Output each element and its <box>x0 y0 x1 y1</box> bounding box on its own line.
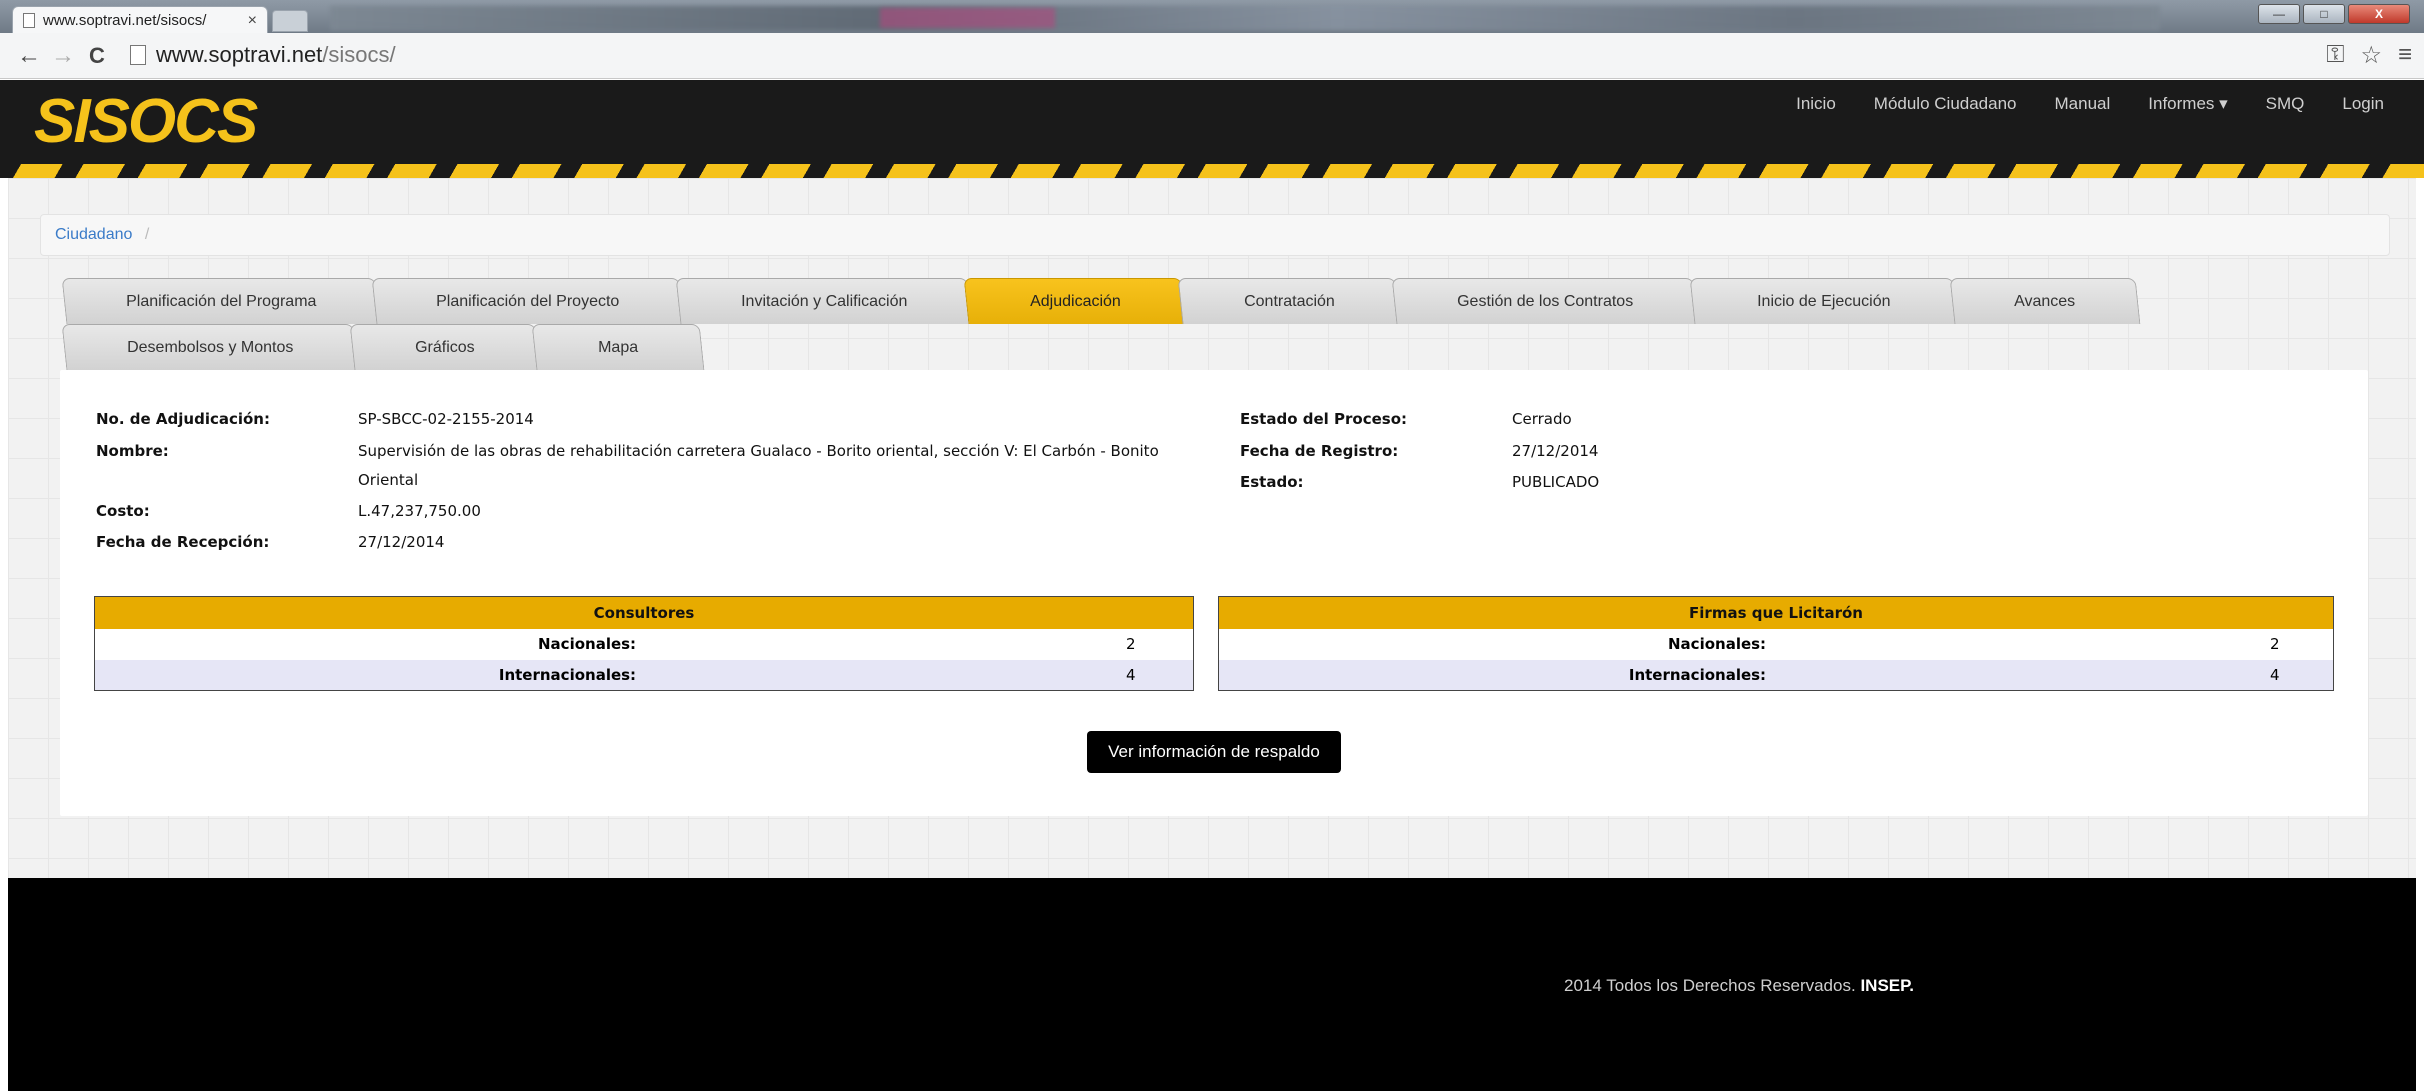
table-row: Nacionales: 2 <box>1218 628 2334 660</box>
firmas-table: Firmas que Licitarón Nacionales: 2 Inter… <box>1218 596 2334 691</box>
page-icon <box>23 13 35 28</box>
tab-label: Invitación y Calificación <box>740 292 908 310</box>
firmas-nacionales-label: Nacionales: <box>1218 628 1767 660</box>
consultores-nacionales-value: 2 <box>636 628 1136 660</box>
firmas-internacionales-label: Internacionales: <box>1218 659 1767 691</box>
tab-close-icon[interactable]: × <box>248 12 257 30</box>
top-nav: Inicio Módulo Ciudadano Manual Informes … <box>1796 94 2384 114</box>
table-row: Internacionales: 4 <box>94 659 1194 691</box>
tab-avances[interactable]: Avances <box>1949 278 2141 324</box>
consultores-internacionales-value: 4 <box>636 659 1136 691</box>
menu-icon[interactable]: ≡ <box>2398 41 2412 70</box>
tab-label: Planificación del Proyecto <box>436 292 620 310</box>
tab-contratacion[interactable]: Contratación <box>1177 278 1401 324</box>
estado-proceso-label: Estado del Proceso: <box>1240 410 1407 428</box>
consultores-nacionales-label: Nacionales: <box>94 628 637 660</box>
blurred-taskbar-area <box>330 6 2160 30</box>
tab-invitacion-calificacion[interactable]: Invitación y Calificación <box>675 278 973 324</box>
estado-value: PUBLICADO <box>1512 473 1600 491</box>
recepcion-label: Fecha de Recepción: <box>96 533 270 551</box>
nav-manual[interactable]: Manual <box>2055 94 2111 114</box>
forward-icon[interactable]: → <box>46 42 80 70</box>
back-icon[interactable]: ← <box>12 42 46 70</box>
adjudicacion-label: No. de Adjudicación: <box>96 410 270 428</box>
tab-label: Gráficos <box>415 338 475 356</box>
nombre-value-line1: Supervisión de las obras de rehabilitaci… <box>358 442 1159 460</box>
site-footer: 2014 Todos los Derechos Reservados. INSE… <box>8 878 2416 1091</box>
tab-label: Adjudicación <box>1029 292 1121 310</box>
nav-login[interactable]: Login <box>2342 94 2384 114</box>
tab-label: Planificación del Programa <box>125 292 317 310</box>
nav-inicio[interactable]: Inicio <box>1796 94 1836 114</box>
tabs-row-2: Desembolsos y Montos Gráficos Mapa <box>61 324 705 370</box>
site-logo[interactable]: SISOCS <box>34 86 258 157</box>
new-tab-button[interactable] <box>272 10 308 32</box>
registro-label: Fecha de Registro: <box>1240 442 1399 460</box>
browser-toolbar: ← → C www.soptravi.net/sisocs/ ⚿ ☆ ≡ <box>0 33 2424 79</box>
tab-inicio-ejecucion[interactable]: Inicio de Ejecución <box>1689 278 1959 324</box>
consultores-header: Consultores <box>94 596 1194 629</box>
breadcrumb-separator: / <box>144 226 150 243</box>
star-icon[interactable]: ☆ <box>2360 41 2382 70</box>
tab-mapa[interactable]: Mapa <box>531 324 705 370</box>
estado-label: Estado: <box>1240 473 1304 491</box>
footer-copyright: 2014 Todos los Derechos Reservados. INSE… <box>1564 976 1914 996</box>
breadcrumb-ciudadano[interactable]: Ciudadano <box>55 226 132 243</box>
tab-adjudicacion[interactable]: Adjudicación <box>963 278 1187 324</box>
nav-modulo-ciudadano[interactable]: Módulo Ciudadano <box>1874 94 2017 114</box>
tab-graficos[interactable]: Gráficos <box>349 324 541 370</box>
address-url: www.soptravi.net/sisocs/ <box>156 42 396 68</box>
tab-label: Avances <box>2014 292 2076 310</box>
costo-value: L.47,237,750.00 <box>358 502 481 520</box>
tab-planificacion-programa[interactable]: Planificación del Programa <box>61 278 381 324</box>
maximize-button[interactable]: □ <box>2303 4 2345 24</box>
hazard-stripe <box>0 164 2424 178</box>
close-window-button[interactable]: X <box>2348 4 2410 24</box>
window-controls: — □ X <box>2258 4 2410 24</box>
toolbar-right: ⚿ ☆ ≡ <box>2326 41 2412 70</box>
browser-tabstrip: www.soptravi.net/sisocs/ × — □ X <box>0 0 2424 34</box>
url-host: www.soptravi.net <box>156 42 323 67</box>
nombre-label: Nombre: <box>96 442 169 460</box>
tab-planificacion-proyecto[interactable]: Planificación del Proyecto <box>371 278 685 324</box>
tab-label: Contratación <box>1243 292 1335 310</box>
firmas-header: Firmas que Licitarón <box>1218 596 2334 629</box>
firmas-nacionales-value: 2 <box>1766 628 2280 660</box>
browser-tab[interactable]: www.soptravi.net/sisocs/ × <box>12 6 268 34</box>
page: www.soptravi.net/sisocs/ × — □ X ← → C w… <box>0 0 2424 1091</box>
tab-gestion-contratos[interactable]: Gestión de los Contratos <box>1391 278 1699 324</box>
page-icon <box>130 45 146 65</box>
table-row: Internacionales: 4 <box>1218 659 2334 691</box>
blurred-taskbar-item <box>880 8 1055 28</box>
key-icon[interactable]: ⚿ <box>2326 41 2344 70</box>
footer-brand[interactable]: INSEP. <box>1860 976 1914 995</box>
tab-label: Desembolsos y Montos <box>126 338 294 356</box>
tab-label: Gestión de los Contratos <box>1457 292 1634 310</box>
tab-desembolsos-montos[interactable]: Desembolsos y Montos <box>61 324 359 370</box>
tab-label: Mapa <box>598 338 639 356</box>
reload-icon[interactable]: C <box>80 43 114 69</box>
browser-tab-title: www.soptravi.net/sisocs/ <box>43 12 207 29</box>
site-header: SISOCS Inicio Módulo Ciudadano Manual In… <box>0 80 2424 178</box>
ver-informacion-respaldo-button[interactable]: Ver información de respaldo <box>1087 731 1341 773</box>
adjudicacion-value: SP-SBCC-02-2155-2014 <box>358 410 534 428</box>
nav-informes[interactable]: Informes ▾ <box>2148 94 2227 114</box>
breadcrumb: Ciudadano / <box>40 214 2390 256</box>
minimize-button[interactable]: — <box>2258 4 2300 24</box>
tab-label: Inicio de Ejecución <box>1757 292 1891 310</box>
nombre-value-line2: Oriental <box>358 471 419 489</box>
consultores-table: Consultores Nacionales: 2 Internacionale… <box>94 596 1194 691</box>
footer-text: 2014 Todos los Derechos Reservados. <box>1564 976 1856 995</box>
url-path: /sisocs/ <box>322 42 396 67</box>
estado-proceso-value: Cerrado <box>1512 410 1572 428</box>
table-row: Nacionales: 2 <box>94 628 1194 660</box>
firmas-internacionales-value: 4 <box>1766 659 2280 691</box>
tabs-row-1: Planificación del Programa Planificación… <box>61 278 2141 324</box>
registro-value: 27/12/2014 <box>1512 442 1599 460</box>
recepcion-value: 27/12/2014 <box>358 533 445 551</box>
costo-label: Costo: <box>96 502 150 520</box>
nav-smq[interactable]: SMQ <box>2266 94 2305 114</box>
address-bar[interactable]: www.soptravi.net/sisocs/ <box>130 40 2280 70</box>
consultores-internacionales-label: Internacionales: <box>94 659 637 691</box>
